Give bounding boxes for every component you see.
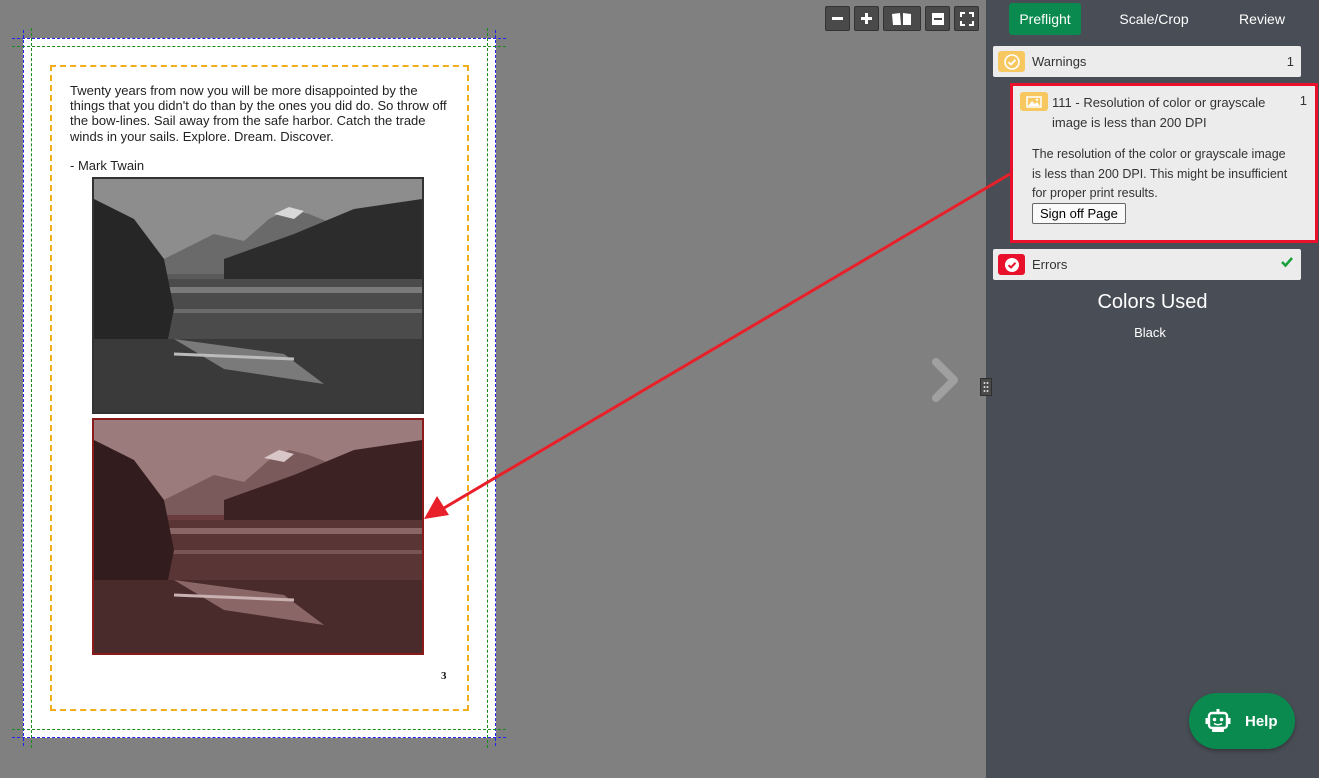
quote-text: Twenty years from now you will be more d… xyxy=(70,83,447,144)
robot-icon xyxy=(1205,709,1231,732)
error-check-icon xyxy=(998,254,1025,275)
warnings-header[interactable]: Warnings 1 xyxy=(993,46,1301,77)
warning-title: 111 - Resolution of color or grayscale i… xyxy=(1052,95,1266,130)
warning-item-low-dpi[interactable]: 111 - Resolution of color or grayscale i… xyxy=(1010,83,1318,243)
zoom-in-button[interactable] xyxy=(854,6,879,31)
sign-off-page-button[interactable]: Sign off Page xyxy=(1032,203,1126,224)
single-page-icon xyxy=(931,12,944,25)
two-page-view-button[interactable] xyxy=(883,6,921,31)
warnings-label: Warnings xyxy=(1032,54,1087,69)
expand-panel-chevron-icon[interactable] xyxy=(928,356,962,404)
warning-check-icon xyxy=(998,51,1025,72)
quote-author: - Mark Twain xyxy=(70,158,145,173)
grip-icon xyxy=(983,382,989,392)
zoom-out-button[interactable] xyxy=(825,6,850,31)
warnings-count: 1 xyxy=(1286,54,1294,69)
page-number: 3 xyxy=(441,670,447,682)
color-item: Black xyxy=(1134,325,1166,340)
plus-icon xyxy=(861,13,872,24)
warning-description: The resolution of the color or grayscale… xyxy=(1032,147,1288,200)
document-canvas[interactable]: Twenty years from now you will be more d… xyxy=(0,0,986,778)
panel-resize-handle[interactable] xyxy=(980,378,992,396)
two-pages-icon xyxy=(892,12,911,25)
image-icon xyxy=(1020,92,1048,111)
lake-photo-flagged[interactable] xyxy=(92,418,424,655)
lake-photo-grayscale[interactable] xyxy=(92,177,424,414)
checkmark-icon xyxy=(1280,255,1294,274)
landscape-image xyxy=(94,420,422,653)
fullscreen-button[interactable] xyxy=(954,6,979,31)
tab-scale-crop[interactable]: Scale/Crop xyxy=(1110,3,1198,35)
fullscreen-icon xyxy=(959,11,974,26)
preflight-panel: Preflight Scale/Crop Review Warnings 1 1… xyxy=(986,0,1319,778)
help-label: Help xyxy=(1245,712,1278,730)
tab-review[interactable]: Review xyxy=(1230,3,1294,35)
minus-icon xyxy=(832,17,843,20)
errors-header[interactable]: Errors xyxy=(993,249,1301,280)
tab-preflight[interactable]: Preflight xyxy=(1009,3,1081,35)
errors-label: Errors xyxy=(1032,257,1068,272)
landscape-image xyxy=(94,179,422,412)
view-toolbar xyxy=(825,6,979,31)
colors-used-title: Colors Used xyxy=(1097,291,1208,313)
single-page-view-button[interactable] xyxy=(925,6,950,31)
panel-tabs: Preflight Scale/Crop Review xyxy=(986,3,1319,35)
help-button[interactable]: Help xyxy=(1189,693,1295,749)
warning-item-count: 1 xyxy=(1299,93,1307,108)
